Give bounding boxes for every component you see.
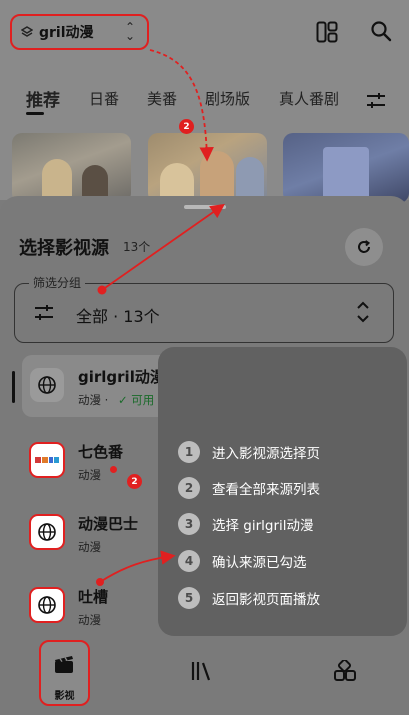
globe-icon [29,587,65,623]
step-number: 4 [178,550,200,572]
category-tabs: 推荐 日番 美番 剧场版 真人番剧 [0,80,409,120]
poster-building [323,147,369,203]
filter-sliders-icon[interactable] [366,92,386,110]
guide-step: 2 查看全部来源列表 [178,476,320,500]
step-number: 2 [178,477,200,499]
source-name: 动漫巴士 [78,515,139,533]
qiseban-logo-icon [29,442,65,478]
step-text: 确认来源已勾选 [212,555,307,571]
tab-recommend[interactable]: 推荐 [26,86,60,111]
annotation-dot [110,466,117,473]
nav-video-tab[interactable]: 影视 [39,640,90,706]
step-number: 1 [178,441,200,463]
source-selector-button[interactable]: gril动漫 ⌃ ⌄ [10,14,149,50]
filter-sliders-icon [35,305,53,320]
filter-legend: 筛选分组 [29,274,86,291]
source-type: 动漫 [78,540,101,554]
layers-icon [21,26,33,37]
refresh-icon [358,240,371,253]
guide-step: 5 返回影视页面播放 [178,586,320,610]
globe-icon [30,368,64,402]
nav-video-label: 影视 [54,691,75,702]
chevron-updown-icon [357,301,369,323]
tab-theatrical[interactable]: 剧场版 [205,88,250,109]
selected-indicator [12,371,15,403]
step-number: 3 [178,513,200,535]
tab-live-action[interactable]: 真人番剧 [279,88,339,109]
source-name: girlgril动漫 [78,368,165,386]
guide-steps-panel: 1 进入影视源选择页 2 查看全部来源列表 3 选择 girlgril动漫 4 … [158,347,407,636]
apps-icon[interactable] [333,660,357,684]
source-name: 七色番 [78,443,124,461]
step-text: 选择 girlgril动漫 [212,518,314,534]
active-tab-indicator [26,112,44,115]
step-text: 查看全部来源列表 [212,482,320,498]
clapperboard-icon [55,656,73,673]
source-name: 吐槽 [78,588,109,606]
layout-grid-icon[interactable] [316,21,338,43]
annotation-badge: 2 [127,474,142,489]
sheet-title: 选择影视源 [19,238,109,259]
library-icon[interactable] [190,660,214,682]
tab-japanese[interactable]: 日番 [89,88,119,109]
guide-step: 1 进入影视源选择页 [178,440,320,464]
source-name: gril动漫 [39,25,94,41]
chevron-updown-icon: ⌃ ⌄ [124,20,135,43]
filter-group-select[interactable]: 筛选分组 全部 · 13个 [14,274,394,343]
top-bar: gril动漫 ⌃ ⌄ [0,0,409,66]
guide-step: 4 确认来源已勾选 [178,549,307,573]
poster-card[interactable] [148,133,267,203]
globe-icon [29,514,65,550]
filter-value: 全部 · 13个 [76,307,160,326]
source-type: 动漫 [78,468,101,482]
source-count: 13个 [123,240,151,254]
annotation-badge: 2 [179,119,194,134]
background-app: gril动漫 ⌃ ⌄ 推荐 日番 美番 剧场版 真人番剧 [0,0,409,203]
step-text: 返回影视页面播放 [212,592,320,608]
step-number: 5 [178,587,200,609]
guide-step: 3 选择 girlgril动漫 [178,512,314,536]
refresh-button[interactable] [345,228,383,266]
step-text: 进入影视源选择页 [212,446,320,462]
source-type: 动漫 [78,613,101,627]
source-type: 动漫 · [78,393,109,407]
poster-card[interactable] [12,133,131,203]
poster-card[interactable] [283,133,409,203]
poster-row [0,133,409,203]
drag-handle[interactable] [184,205,226,209]
search-icon[interactable] [370,20,392,42]
tab-american[interactable]: 美番 [147,88,177,109]
bottom-nav: 影视 [0,640,409,715]
